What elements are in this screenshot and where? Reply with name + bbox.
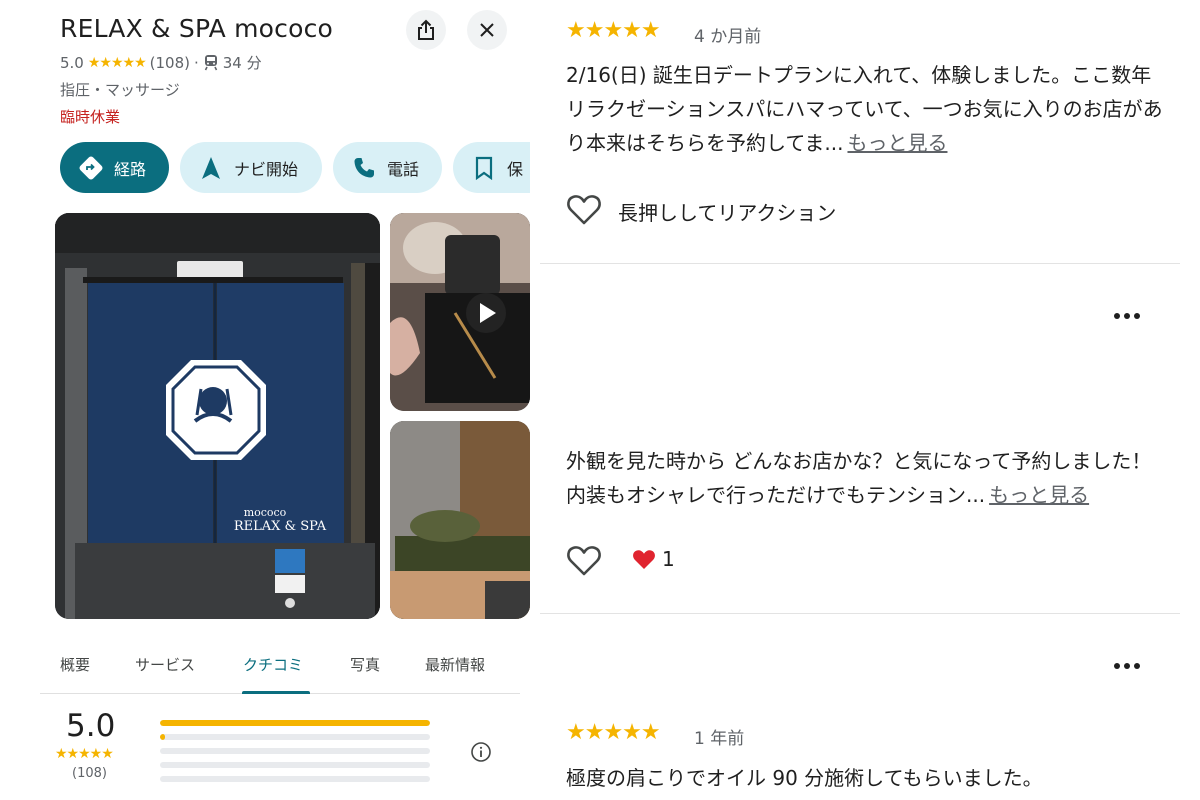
- place-title: RELAX & SPA mococo: [60, 14, 334, 43]
- rating-bar-1: [160, 776, 430, 782]
- save-label: 保: [507, 159, 524, 179]
- call-button[interactable]: 電話: [333, 142, 442, 193]
- interior-illustration: [390, 421, 530, 619]
- review-3-more-options-icon[interactable]: [1112, 661, 1142, 671]
- review-3-stars: ★★★★★: [566, 720, 661, 745]
- tab-services[interactable]: サービス: [135, 654, 195, 675]
- transit-time: 34 分: [222, 54, 262, 72]
- red-heart-icon: [633, 550, 655, 569]
- review-2-heart-icon[interactable]: [566, 543, 602, 577]
- summary-stars: ★★★★★: [55, 746, 114, 762]
- rating-bar-2: [160, 762, 430, 768]
- curtain-brand-text: mococo: [244, 506, 287, 519]
- tea-set-illustration: [390, 213, 530, 411]
- directions-icon: [78, 155, 104, 181]
- start-navigation-button[interactable]: ナビ開始: [180, 142, 322, 193]
- rating-bar-4-fill: [160, 734, 166, 740]
- tab-overview[interactable]: 概要: [60, 654, 90, 675]
- call-label: 電話: [387, 159, 420, 179]
- rating-line: 5.0 ★★★★★ (108) · 34 分: [60, 52, 262, 73]
- review-1-heart-icon[interactable]: [566, 192, 602, 226]
- bookmark-icon: [471, 155, 497, 181]
- tab-reviews[interactable]: クチコミ: [243, 654, 303, 675]
- review-2-reaction-badge[interactable]: 1: [632, 547, 675, 571]
- place-panel: RELAX & SPA mococo 5.0 ★★★★★ (108) · 34 …: [0, 0, 530, 800]
- rating-value: 5.0: [60, 53, 84, 72]
- summary-count: (108): [72, 766, 107, 781]
- rating-bar-3: [160, 748, 430, 754]
- close-icon: [480, 23, 494, 37]
- start-navigation-label: ナビ開始: [234, 159, 299, 179]
- share-icon: [418, 19, 434, 40]
- review-1-stars: ★★★★★: [566, 18, 661, 43]
- status-label: 臨時休業: [60, 108, 121, 126]
- review-2-text: 外観を見た時から どんなお店かな？と気になって予約しました！ 内装もオシャレで行…: [566, 410, 1166, 512]
- video-thumbnail[interactable]: [390, 213, 530, 411]
- close-button[interactable]: [467, 10, 507, 50]
- review-count: (108): [149, 53, 190, 72]
- interior-photo[interactable]: [390, 421, 530, 619]
- summary-rating: 5.0: [66, 708, 116, 744]
- directions-button[interactable]: 経路: [60, 142, 169, 193]
- review-3-age: 1 年前: [694, 729, 745, 749]
- save-button[interactable]: 保: [453, 142, 530, 193]
- review-1-more-link[interactable]: もっと見る: [847, 131, 947, 155]
- train-icon: [204, 55, 217, 71]
- storefront-photo[interactable]: mococo RELAX & SPA: [55, 213, 380, 619]
- review-2-more-options-icon[interactable]: [1112, 311, 1142, 321]
- place-tabs: 概要 サービス クチコミ 写真 最新情報: [40, 640, 520, 694]
- review-1-text: 2/16(日) 誕生日デートプランに入れて、体験しました。ここ数年リラクゼーショ…: [566, 58, 1166, 160]
- review-1-age: 4 か月前: [694, 27, 762, 47]
- rating-stars: ★★★★★: [87, 54, 147, 71]
- review-divider: [540, 613, 1180, 614]
- review-3-text: 極度の肩こりでオイル 90 分施術してもらいました。: [566, 766, 1043, 790]
- curtain-title-text: RELAX & SPA: [234, 519, 327, 534]
- review-1-reaction-hint: 長押ししてリアクション: [618, 201, 837, 225]
- phone-icon: [351, 155, 377, 181]
- tab-photos[interactable]: 写真: [350, 654, 380, 675]
- tab-updates[interactable]: 最新情報: [425, 654, 485, 675]
- rating-bar-5: [160, 720, 430, 726]
- rating-bar-5-fill: [160, 720, 430, 726]
- rating-bar-4: [160, 734, 430, 740]
- separator: ·: [193, 53, 199, 72]
- info-icon[interactable]: [470, 741, 492, 763]
- review-2-more-link[interactable]: もっと見る: [989, 483, 1089, 507]
- directions-label: 経路: [114, 159, 147, 179]
- reviews-panel: ★★★★★ 4 か月前 2/16(日) 誕生日デートプランに入れて、体験しました…: [540, 0, 1200, 800]
- navigation-arrow-icon: [198, 155, 224, 181]
- category-label: 指圧・マッサージ: [60, 81, 180, 99]
- active-tab-indicator: [242, 691, 310, 694]
- review-2-reaction-count: 1: [662, 547, 675, 571]
- share-button[interactable]: [406, 10, 446, 50]
- storefront-illustration: mococo RELAX & SPA: [55, 213, 380, 619]
- review-divider: [540, 263, 1180, 264]
